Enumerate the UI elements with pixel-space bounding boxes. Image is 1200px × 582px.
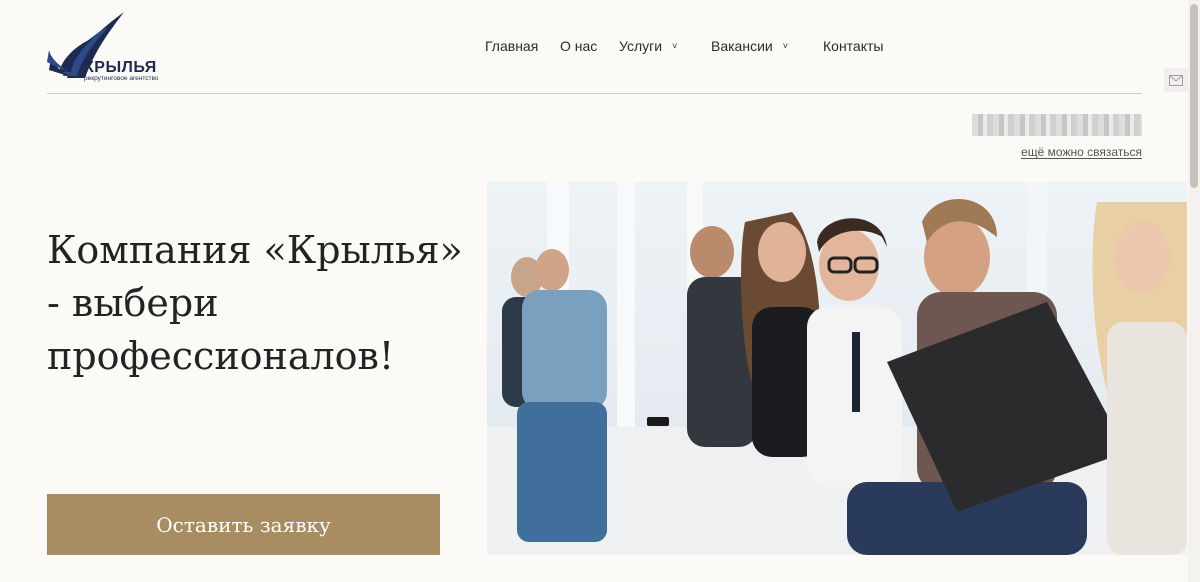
phone-number-blurred[interactable]	[972, 114, 1142, 136]
submit-request-button[interactable]: Оставить заявку	[47, 494, 440, 555]
nav-item-home[interactable]: Главная	[485, 38, 538, 54]
nav-item-vacancies[interactable]: Вакансии ˅	[711, 38, 788, 54]
chevron-down-icon: ˅	[672, 41, 678, 51]
hero-image	[487, 182, 1187, 555]
scrollbar-thumb[interactable]	[1190, 4, 1198, 188]
nav-item-label: Контакты	[823, 38, 884, 54]
nav-item-about[interactable]: О нас	[560, 38, 597, 54]
logo[interactable]: КРЫЛЬЯ рекрутинговое агентство	[47, 12, 172, 84]
contact-link[interactable]: ещё можно связаться	[1021, 145, 1142, 159]
nav-item-label: Вакансии	[711, 38, 773, 54]
nav-item-services[interactable]: Услуги ˅	[619, 38, 677, 54]
hero-title: Компания «Крылья» - выбери профессионало…	[47, 228, 463, 378]
mail-icon[interactable]	[1164, 68, 1188, 92]
nav-item-label: Главная	[485, 38, 539, 54]
nav-item-label: О нас	[560, 38, 598, 54]
chevron-down-icon: ˅	[782, 41, 788, 51]
office-people-photo-icon	[487, 182, 1187, 555]
nav-item-label: Услуги	[619, 38, 663, 54]
scrollbar[interactable]	[1188, 0, 1200, 582]
nav-item-contacts[interactable]: Контакты	[823, 38, 883, 54]
header-divider	[47, 93, 1142, 94]
logo-tagline: рекрутинговое агентство	[84, 75, 159, 82]
envelope-icon	[1169, 74, 1183, 86]
